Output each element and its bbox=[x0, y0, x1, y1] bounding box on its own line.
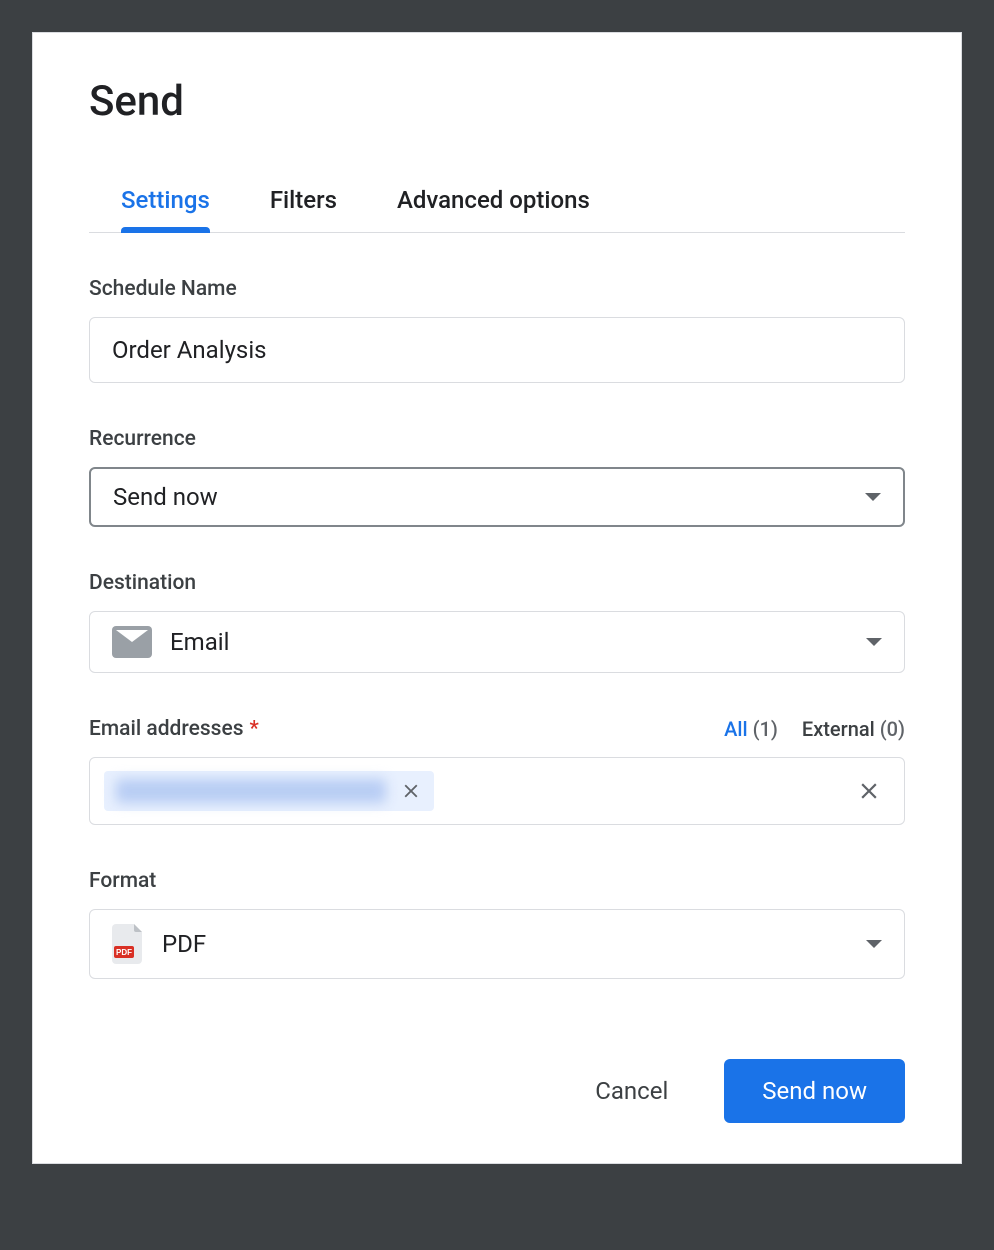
caret-down-icon bbox=[865, 493, 881, 501]
tab-filters[interactable]: Filters bbox=[270, 186, 337, 232]
format-group: Format PDF PDF bbox=[89, 869, 905, 979]
counter-all-count: (1) bbox=[753, 717, 778, 741]
send-now-button[interactable]: Send now bbox=[724, 1059, 905, 1123]
email-addresses-group: Email addresses * All (1) External (0) bbox=[89, 717, 905, 825]
destination-group: Destination Email bbox=[89, 571, 905, 673]
tab-settings[interactable]: Settings bbox=[121, 186, 210, 232]
format-value: PDF bbox=[162, 930, 206, 958]
destination-value: Email bbox=[170, 628, 229, 656]
email-chip bbox=[104, 771, 434, 811]
required-asterisk: * bbox=[250, 717, 259, 741]
chip-remove-icon[interactable] bbox=[400, 780, 422, 802]
dialog-footer: Cancel Send now bbox=[89, 1059, 905, 1123]
send-dialog: Send Settings Filters Advanced options S… bbox=[32, 32, 962, 1164]
format-select[interactable]: PDF PDF bbox=[89, 909, 905, 979]
destination-select[interactable]: Email bbox=[89, 611, 905, 673]
destination-label: Destination bbox=[89, 571, 905, 595]
schedule-name-group: Schedule Name bbox=[89, 277, 905, 383]
tabs: Settings Filters Advanced options bbox=[89, 186, 905, 233]
recurrence-value: Send now bbox=[113, 483, 218, 511]
counter-external-link[interactable]: External bbox=[802, 717, 875, 741]
schedule-name-input[interactable] bbox=[89, 317, 905, 383]
schedule-name-label: Schedule Name bbox=[89, 277, 905, 301]
email-addresses-input[interactable] bbox=[89, 757, 905, 825]
envelope-icon bbox=[112, 626, 152, 658]
dialog-title: Send bbox=[89, 77, 905, 126]
svg-text:PDF: PDF bbox=[116, 948, 132, 957]
caret-down-icon bbox=[866, 940, 882, 948]
email-addresses-label-row: Email addresses * All (1) External (0) bbox=[89, 717, 905, 741]
pdf-icon: PDF bbox=[112, 924, 144, 964]
cancel-button[interactable]: Cancel bbox=[579, 1067, 684, 1115]
email-chip-text bbox=[116, 779, 386, 803]
tab-advanced-options[interactable]: Advanced options bbox=[397, 186, 590, 232]
recurrence-group: Recurrence Send now bbox=[89, 427, 905, 527]
email-counters: All (1) External (0) bbox=[724, 717, 905, 741]
recurrence-label: Recurrence bbox=[89, 427, 905, 451]
counter-all-link[interactable]: All bbox=[724, 717, 747, 741]
caret-down-icon bbox=[866, 638, 882, 646]
recurrence-select[interactable]: Send now bbox=[89, 467, 905, 527]
clear-all-icon[interactable] bbox=[856, 778, 890, 804]
email-addresses-label: Email addresses bbox=[89, 717, 244, 741]
counter-external-count: (0) bbox=[880, 717, 905, 741]
format-label: Format bbox=[89, 869, 905, 893]
